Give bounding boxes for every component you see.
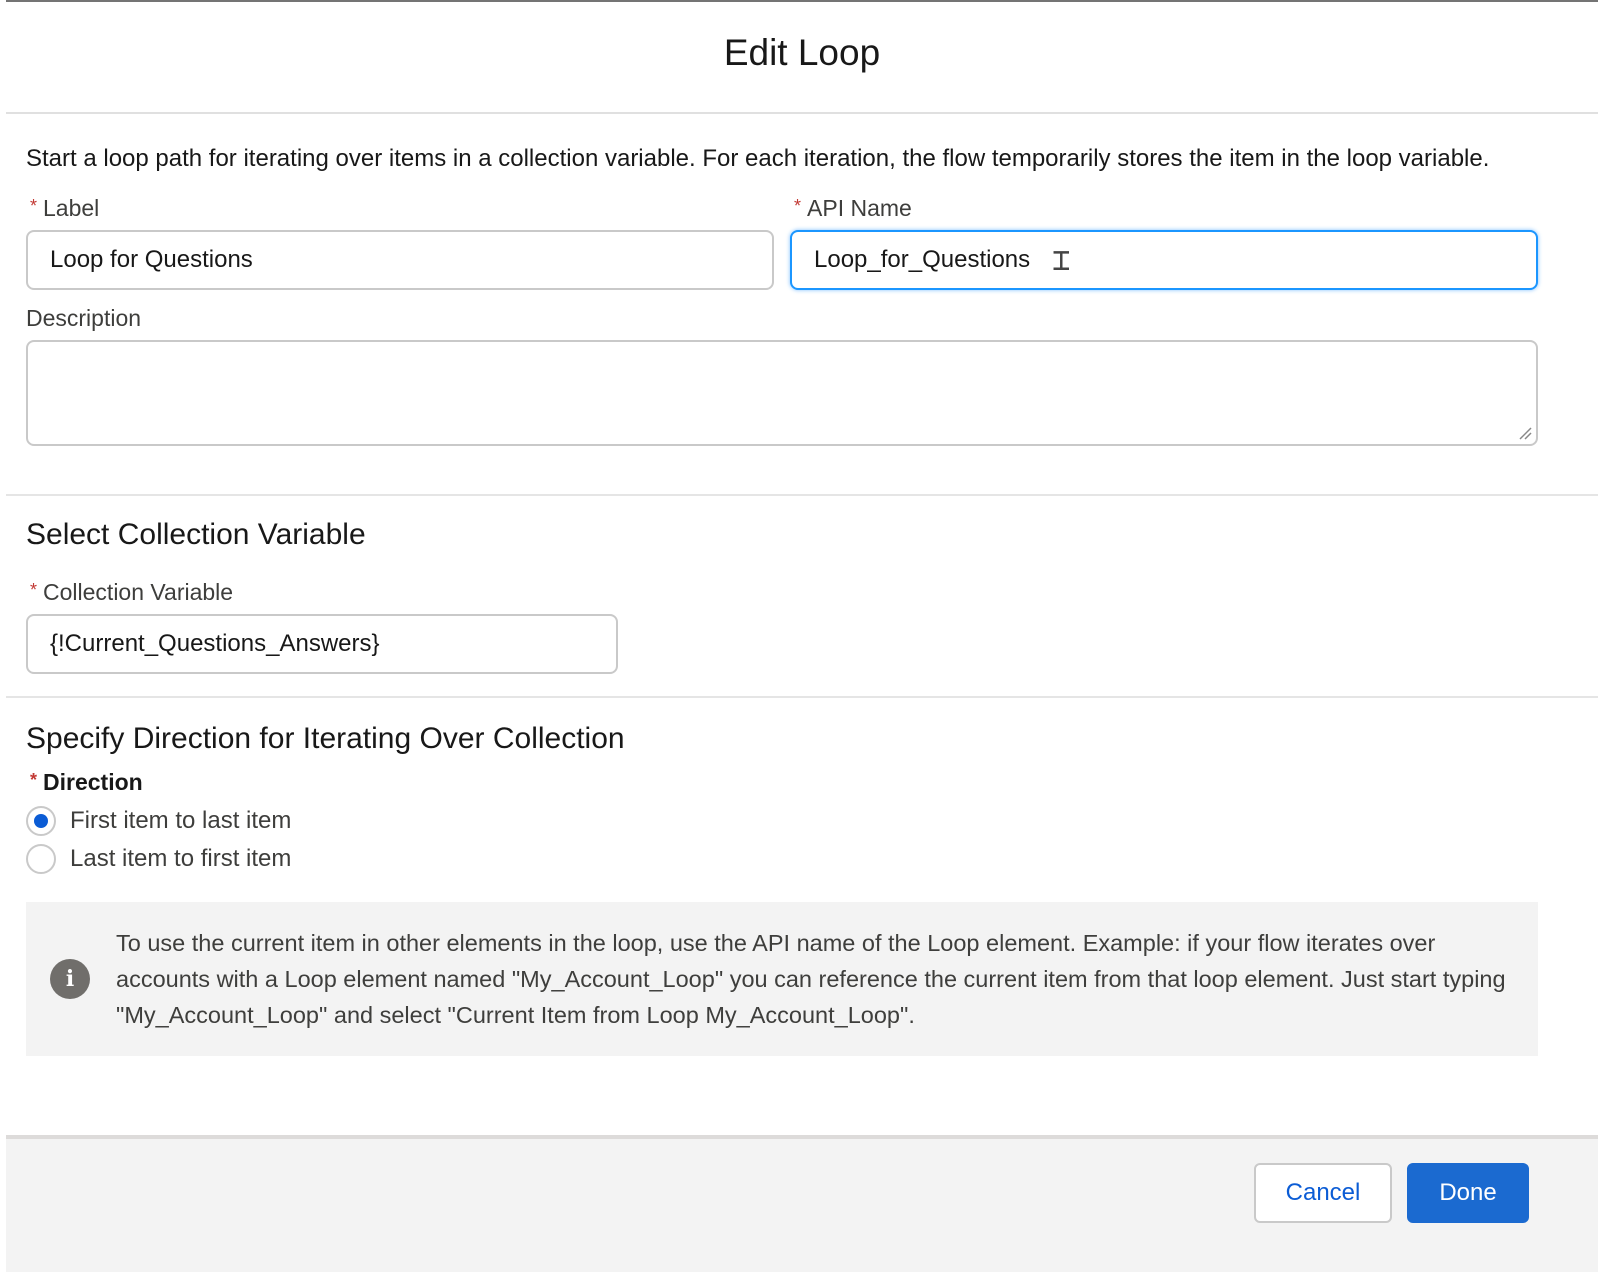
radio-label: Last item to first item	[70, 845, 292, 872]
modal-header: Edit Loop	[6, 2, 1598, 114]
api-name-field-group: * API Name Loop_for_Questions ⌶	[790, 192, 1538, 290]
collection-variable-value: {!Current_Questions_Answers}	[50, 630, 380, 657]
radio-label: First item to last item	[70, 807, 292, 834]
required-mark: *	[794, 196, 802, 216]
radio-button[interactable]	[26, 844, 56, 874]
info-text: To use the current item in other element…	[116, 930, 1506, 1028]
description-textarea[interactable]	[26, 340, 1538, 446]
modal-footer: Cancel Done	[6, 1135, 1598, 1272]
modal-title: Edit Loop	[723, 32, 881, 73]
label-input-value: Loop for Questions	[50, 246, 253, 273]
modal-body: Start a loop path for iterating over ite…	[6, 114, 1598, 1056]
label-field-group: * Label Loop for Questions	[26, 192, 774, 290]
collection-variable-label: * Collection Variable	[26, 576, 1578, 608]
collection-section-title: Select Collection Variable	[26, 518, 366, 551]
required-mark: *	[30, 196, 38, 216]
intro-text: Start a loop path for iterating over ite…	[26, 145, 1490, 172]
collection-section: Select Collection Variable * Collection …	[26, 496, 1578, 674]
label-field-label-text: Label	[43, 195, 100, 221]
api-name-field-label-text: API Name	[807, 195, 912, 221]
direction-label-text: Direction	[43, 769, 143, 795]
direction-radio-group: First item to last item Last item to fir…	[26, 802, 1578, 878]
cancel-button[interactable]: Cancel	[1254, 1163, 1392, 1223]
direction-section-title: Specify Direction for Iterating Over Col…	[26, 722, 625, 755]
radio-option-last-to-first[interactable]: Last item to first item	[26, 840, 1578, 878]
done-button[interactable]: Done	[1407, 1163, 1529, 1223]
api-name-input-value: Loop_for_Questions	[814, 246, 1031, 273]
label-field-label: * Label	[26, 192, 774, 224]
radio-button-selected[interactable]	[26, 806, 56, 836]
direction-label: * Direction	[26, 766, 1578, 798]
info-box: i To use the current item in other eleme…	[26, 902, 1538, 1056]
required-mark: *	[30, 580, 38, 600]
label-api-row: * Label Loop for Questions * API Name Lo…	[26, 192, 1578, 290]
collection-variable-label-text: Collection Variable	[43, 579, 234, 605]
edit-loop-modal: Edit Loop Start a loop path for iteratin…	[6, 0, 1598, 1272]
radio-option-first-to-last[interactable]: First item to last item	[26, 802, 1578, 840]
direction-section: Specify Direction for Iterating Over Col…	[26, 698, 1578, 1056]
label-input[interactable]: Loop for Questions	[26, 230, 774, 290]
description-field-label: Description	[26, 305, 142, 331]
text-cursor-icon: ⌶	[1052, 242, 1071, 278]
info-icon: i	[50, 959, 90, 999]
collection-variable-input[interactable]: {!Current_Questions_Answers}	[26, 614, 618, 674]
resize-handle-icon[interactable]	[1518, 426, 1532, 440]
api-name-field-label: * API Name	[790, 192, 1538, 224]
required-mark: *	[30, 770, 38, 790]
api-name-input[interactable]: Loop_for_Questions ⌶	[790, 230, 1538, 290]
description-field-group: Description	[26, 302, 1578, 446]
